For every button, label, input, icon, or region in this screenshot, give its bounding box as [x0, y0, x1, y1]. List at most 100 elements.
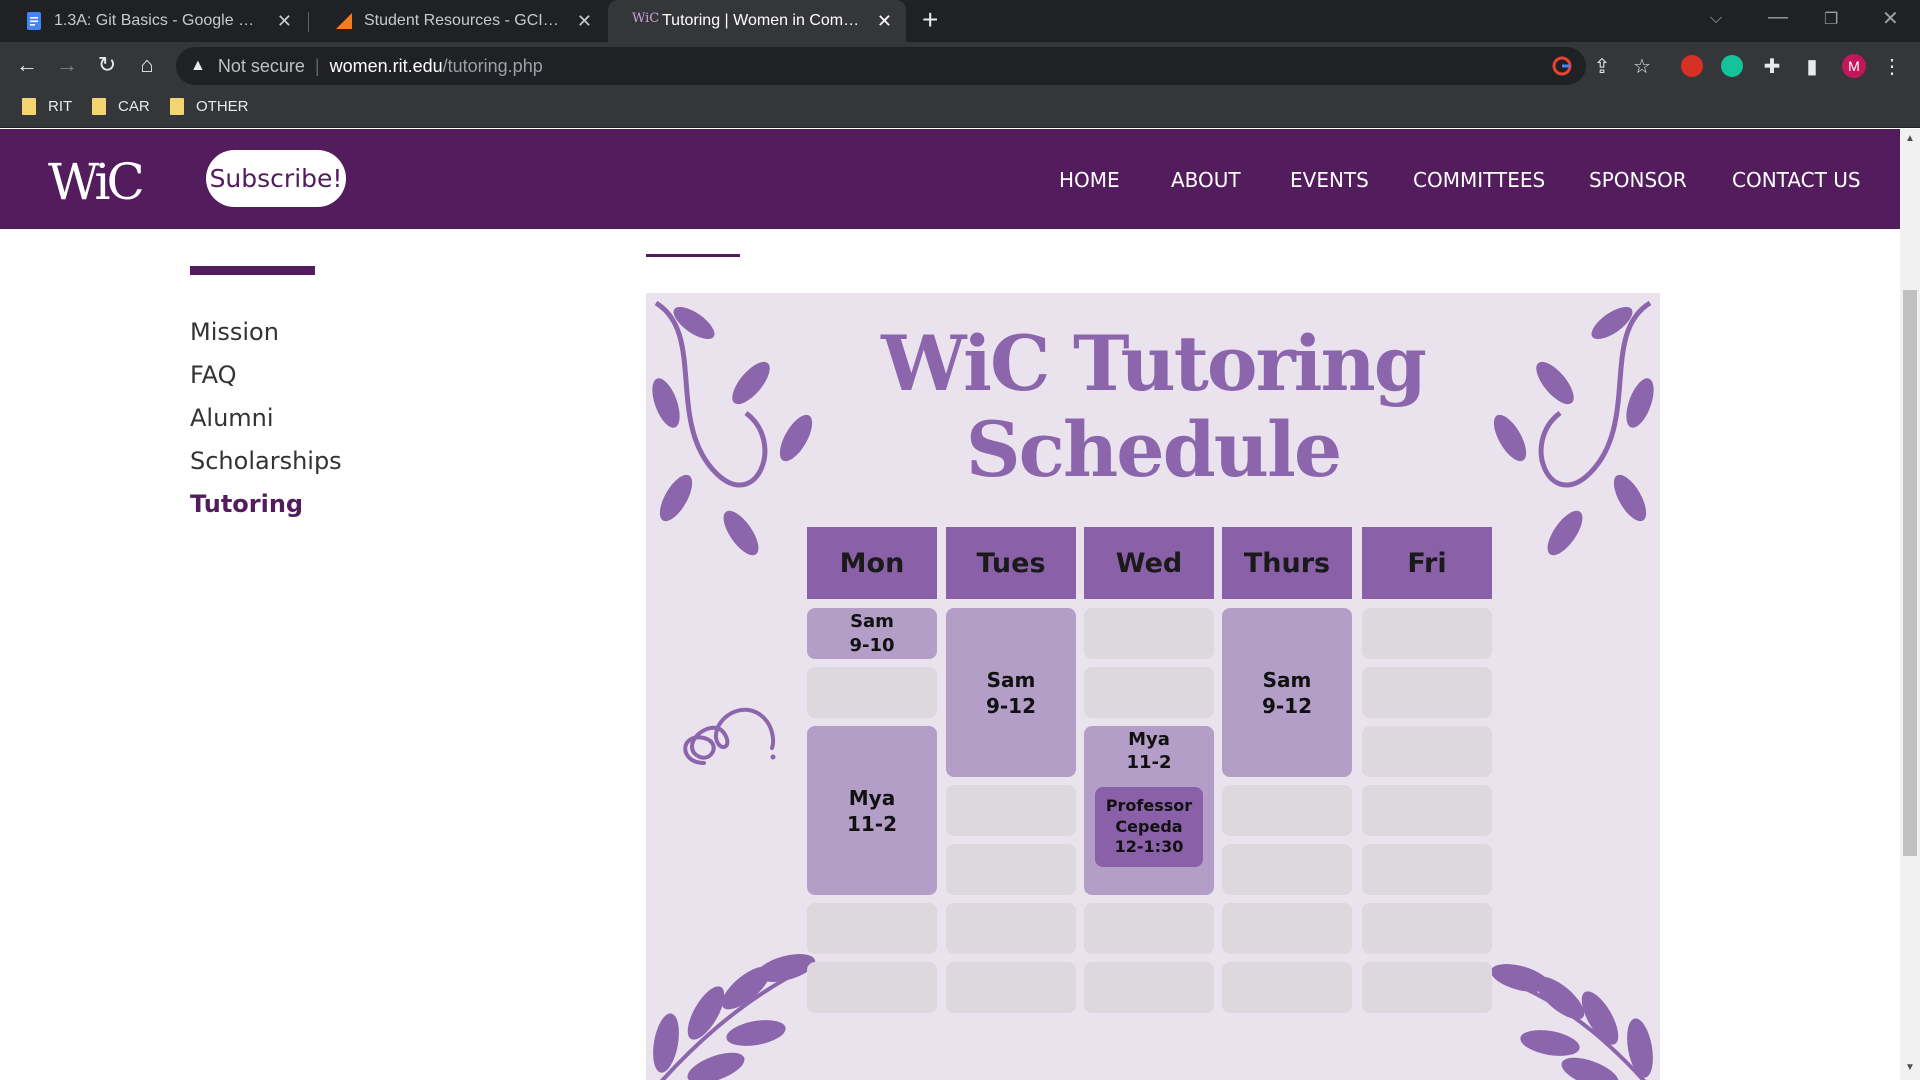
side-panel-icon[interactable]: ▮ [1800, 47, 1824, 85]
sidebar-item-alumni[interactable]: Alumni [190, 404, 274, 432]
empty-slot [1362, 903, 1492, 954]
sidebar-accent-bar [190, 266, 315, 275]
leaves-bottom-right-icon [1490, 964, 1653, 1080]
tutor-name: Mya [1128, 729, 1170, 750]
session-time: 9-10 [849, 634, 895, 656]
home-icon[interactable]: ⌂ [132, 52, 162, 78]
empty-slot [1362, 726, 1492, 777]
empty-slot [1084, 962, 1214, 1013]
session-mon-mya: Mya 11-2 [807, 726, 937, 895]
page-viewport: WiC Subscribe! HOME ABOUT EVENTS COMMITT… [0, 129, 1900, 1080]
empty-slot [807, 903, 937, 954]
tutor-name: Cepeda [1115, 816, 1183, 836]
share-icon[interactable]: ⇪ [1590, 47, 1614, 85]
tutor-title: Professor [1105, 795, 1193, 815]
nav-home[interactable]: HOME [1059, 168, 1120, 192]
tab-student-resources[interactable]: Student Resources - GCIS.123.01 ✕ [310, 0, 606, 42]
scroll-up-arrow-icon[interactable]: ▲ [1903, 133, 1917, 147]
wic-logo[interactable]: WiC [48, 153, 145, 211]
tab-search-chevron-icon[interactable]: ⌵ [1710, 10, 1722, 28]
empty-slot [946, 785, 1076, 836]
site-header: WiC Subscribe! HOME ABOUT EVENTS COMMITT… [0, 129, 1900, 229]
tab-google-docs[interactable]: 1.3A: Git Basics - Google Docs ✕ [0, 0, 306, 42]
schedule-title-line1: WiC Tutoring [881, 319, 1427, 408]
close-tab-icon[interactable]: ✕ [277, 11, 292, 32]
bookmark-label: OTHER [196, 98, 249, 115]
sidebar-item-tutoring[interactable]: Tutoring [190, 490, 303, 518]
nav-about[interactable]: ABOUT [1171, 168, 1241, 192]
browser-tab-strip: 1.3A: Git Basics - Google Docs ✕ Student… [0, 0, 1920, 42]
empty-slot [946, 844, 1076, 895]
close-window-icon[interactable]: ✕ [1882, 6, 1899, 31]
wic-favicon-icon: WiC [632, 11, 660, 26]
empty-slot [1084, 608, 1214, 659]
nav-committees[interactable]: COMMITTEES [1413, 168, 1545, 192]
forward-arrow-icon[interactable]: → [52, 52, 82, 78]
tab-title: Student Resources - GCIS.123.01 [364, 12, 565, 29]
bookmark-label: CAR [118, 98, 150, 115]
empty-slot [1362, 844, 1492, 895]
scroll-down-arrow-icon[interactable]: ▼ [1903, 1062, 1917, 1076]
bookmark-folder-car[interactable]: CAR [92, 98, 150, 115]
bookmark-folder-other[interactable]: OTHER [170, 98, 249, 115]
session-time: 11-2 [1126, 752, 1172, 774]
google-lens-icon[interactable] [1550, 47, 1574, 85]
subscribe-button[interactable]: Subscribe! [206, 150, 346, 207]
empty-slot [1084, 903, 1214, 954]
nav-events[interactable]: EVENTS [1290, 168, 1369, 192]
scrollbar-thumb[interactable] [1903, 290, 1917, 856]
tutoring-schedule-image: WiC Tutoring Schedule Mon Tues Wed Thurs… [646, 293, 1660, 1080]
close-tab-icon[interactable]: ✕ [577, 11, 592, 32]
bookmarks-bar: RIT CAR OTHER [0, 90, 1920, 128]
tutor-name: Sam [850, 611, 894, 633]
url-path: /tutoring.php [442, 55, 543, 76]
back-arrow-icon[interactable]: ← [12, 52, 42, 78]
minimize-icon[interactable]: — [1768, 6, 1788, 29]
kebab-menu-icon[interactable]: ⋮ [1880, 47, 1904, 85]
address-divider: | [314, 55, 320, 76]
tab-divider [308, 12, 309, 32]
session-time: 9-12 [985, 693, 1037, 718]
new-tab-icon[interactable]: + [922, 4, 938, 36]
folder-icon [92, 98, 106, 115]
session-thurs-sam: Sam 9-12 [1222, 608, 1352, 777]
restore-icon[interactable]: ❐ [1824, 9, 1838, 29]
google-docs-icon [24, 11, 44, 31]
empty-slot [946, 903, 1076, 954]
security-label: Not secure [217, 55, 305, 76]
close-tab-icon[interactable]: ✕ [877, 11, 892, 32]
empty-slot [1222, 844, 1352, 895]
extensions-puzzle-icon[interactable]: ✚ [1760, 47, 1784, 85]
address-bar[interactable]: ▲ Not secure | women.rit.edu/tutoring.ph… [176, 47, 1586, 85]
folder-icon [170, 98, 184, 115]
nav-sponsor[interactable]: SPONSOR [1589, 168, 1687, 192]
browser-toolbar: ← → ↻ ⌂ ▲ Not secure | women.rit.edu/tut… [0, 42, 1920, 90]
tutor-name: Sam [986, 667, 1036, 692]
sidebar-item-mission[interactable]: Mission [190, 318, 279, 346]
empty-slot [946, 962, 1076, 1013]
nav-contact-us[interactable]: CONTACT US [1732, 168, 1861, 192]
mycourses-icon [334, 11, 354, 31]
reload-icon[interactable]: ↻ [92, 52, 122, 78]
profile-avatar[interactable]: M [1842, 54, 1866, 78]
bookmark-folder-rit[interactable]: RIT [22, 98, 72, 115]
content-accent-rule [646, 254, 740, 257]
sidebar-item-scholarships[interactable]: Scholarships [190, 447, 342, 475]
empty-slot [1362, 608, 1492, 659]
empty-slot [807, 667, 937, 718]
session-wed-professor-cepeda: Professor Cepeda 12-1:30 [1095, 787, 1203, 867]
adblock-extension-icon[interactable] [1681, 55, 1703, 77]
leaves-bottom-left-icon [653, 954, 816, 1080]
warning-triangle-icon: ▲ [190, 57, 206, 74]
tab-tutoring[interactable]: WiC Tutoring | Women in Computing ✕ [608, 0, 906, 42]
bookmark-star-icon[interactable]: ☆ [1630, 47, 1654, 85]
url-host: women.rit.edu [329, 55, 443, 76]
empty-slot [1362, 785, 1492, 836]
folder-icon [22, 98, 36, 115]
empty-slot [807, 962, 937, 1013]
empty-slot [1222, 903, 1352, 954]
session-time: 11-2 [846, 811, 898, 836]
sidebar-item-faq[interactable]: FAQ [190, 361, 237, 389]
empty-slot [1362, 667, 1492, 718]
grammarly-extension-icon[interactable] [1721, 55, 1743, 77]
